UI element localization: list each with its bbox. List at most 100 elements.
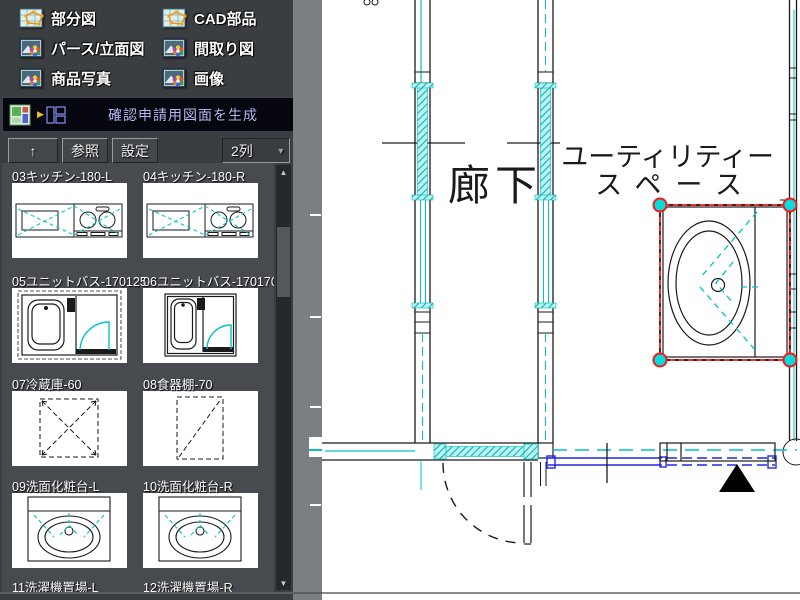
- part-label: 06ユニットバス-170170: [143, 271, 258, 286]
- corridor-label: 廊下: [448, 162, 542, 209]
- selection-handle[interactable]: [654, 354, 667, 367]
- scrollbar-down-button[interactable]: ▼: [276, 576, 291, 590]
- splitter-tick: [310, 214, 321, 216]
- part-label: 03キッチン-180-L: [12, 166, 127, 181]
- splitter-tick: [310, 504, 321, 506]
- parts-list: 03キッチン-180-L 04キッチン-180-R 05ユニットバス-17012…: [2, 163, 274, 592]
- up-arrow-icon: ↑: [30, 143, 37, 159]
- part-item[interactable]: 10洗面化粧台-R: [143, 476, 258, 568]
- play-arrow-icon: ▶: [37, 109, 44, 120]
- scroll-up-icon: ▲: [280, 168, 288, 177]
- door-hinge-circle: [783, 439, 800, 465]
- splitter-tick: [310, 316, 321, 318]
- part-thumbnail-cupboard[interactable]: [143, 391, 258, 466]
- part-item[interactable]: 06ユニットバス-170170: [143, 271, 258, 363]
- generate-button-label: 確認申請用図面を生成: [66, 105, 300, 125]
- part-item[interactable]: 04キッチン-180-R: [143, 166, 258, 258]
- image-icon: [19, 38, 45, 60]
- sidebar-item-floorplan[interactable]: 間取り図: [149, 34, 292, 63]
- grid-layout-icon: [46, 106, 66, 124]
- selection-handles: [654, 199, 797, 367]
- part-thumbnail-washbasin[interactable]: [12, 493, 127, 568]
- part-item[interactable]: 05ユニットバス-170125: [12, 271, 127, 363]
- settings-button[interactable]: 設定: [112, 138, 158, 163]
- utility-space-label-line1: ユーティリティー: [561, 142, 774, 172]
- selection-handle[interactable]: [654, 199, 667, 212]
- part-label: 05ユニットバス-170125: [12, 271, 127, 286]
- cad-sheet-icon: [19, 8, 45, 30]
- list-scrollbar[interactable]: ▲ ▼: [275, 164, 292, 591]
- sidebar-item-partial-drawing[interactable]: 部分図: [6, 4, 149, 33]
- wall-edge-stub: [309, 437, 322, 457]
- part-item[interactable]: 09洗面化粧台-L: [12, 476, 127, 568]
- cad-sheet-icon: [162, 8, 188, 30]
- fixture-guide-lines: [700, 212, 762, 352]
- part-label: 09洗面化粧台-L: [12, 476, 127, 491]
- columns-dropdown-value: 2列: [223, 141, 273, 161]
- sidebar-item-product-photo[interactable]: 商品写真: [6, 64, 149, 93]
- reference-button[interactable]: 参照: [62, 138, 108, 163]
- list-toolbar: ↑ 参照 設定 2列 ▼: [2, 136, 293, 164]
- part-thumbnail-kitchen[interactable]: [12, 183, 127, 258]
- application-window: 部分図 CAD部品 パース/立面図 間取り図 商品写真 画像 ▶ 確認申請用図面…: [0, 0, 800, 600]
- selection-rectangle: [660, 205, 790, 360]
- part-label: 10洗面化粧台-R: [143, 476, 258, 491]
- part-label: 12洗濯機置場-R: [143, 577, 258, 592]
- sidebar-item-label: CAD部品: [194, 8, 257, 29]
- selected-wall-blue[interactable]: [547, 456, 776, 468]
- window-hatch: [418, 86, 428, 196]
- part-thumbnail-kitchen[interactable]: [143, 183, 258, 258]
- wall-left-vertical: [412, 0, 433, 443]
- sidebar-item-image[interactable]: 画像: [149, 64, 292, 93]
- part-label: 08食器棚-70: [143, 374, 258, 389]
- sidebar-item-label: 画像: [194, 68, 224, 89]
- part-item[interactable]: 03キッチン-180-L: [12, 166, 127, 258]
- settings-button-label: 設定: [121, 141, 149, 161]
- image-icon: [162, 38, 188, 60]
- entrance-triangle-marker: [719, 464, 755, 492]
- part-item[interactable]: 07冷蔵庫-60: [12, 374, 127, 466]
- part-thumbnail-unit-bath[interactable]: [143, 288, 258, 363]
- sidebar-item-label: 商品写真: [51, 68, 111, 89]
- part-label: 07冷蔵庫-60: [12, 374, 127, 389]
- image-icon: [162, 68, 188, 90]
- selected-washbasin-fixture[interactable]: [654, 199, 797, 367]
- part-item[interactable]: 12洗濯機置場-R: [143, 577, 258, 592]
- scrollbar-thumb[interactable]: [277, 227, 290, 297]
- columns-dropdown[interactable]: 2列 ▼: [222, 138, 290, 163]
- clipped-dimension-text: [364, 0, 378, 5]
- sidebar-item-label: 間取り図: [194, 38, 254, 59]
- door-swing-arc: [443, 463, 523, 543]
- part-label: 04キッチン-180-R: [143, 166, 258, 181]
- sidebar-item-cad-parts[interactable]: CAD部品: [149, 4, 292, 33]
- sidebar-bottom-edge: [0, 592, 322, 594]
- up-folder-button[interactable]: ↑: [8, 138, 58, 163]
- part-thumbnail-unit-bath[interactable]: [12, 288, 127, 363]
- part-item[interactable]: 11洗濯機置場-L: [12, 577, 127, 592]
- panel-splitter[interactable]: [293, 0, 322, 600]
- category-button-grid: 部分図 CAD部品 パース/立面図 間取り図 商品写真 画像: [6, 4, 292, 93]
- generate-permit-drawing-button[interactable]: ▶ 確認申請用図面を生成: [2, 97, 307, 132]
- scrollbar-up-button[interactable]: ▲: [276, 165, 291, 179]
- part-label: 11洗濯機置場-L: [12, 577, 127, 592]
- reference-button-label: 参照: [71, 141, 99, 161]
- wall-middle-vertical: [535, 0, 556, 486]
- sidebar-item-label: 部分図: [51, 8, 96, 29]
- image-icon: [19, 68, 45, 90]
- floorplan-canvas[interactable]: 廊下 ユーティリティー スペース: [322, 0, 800, 600]
- part-item[interactable]: 08食器棚-70: [143, 374, 258, 466]
- sidebar-item-label: パース/立面図: [51, 38, 144, 59]
- utility-space-label-line2: スペース: [595, 170, 756, 200]
- part-thumbnail-fridge[interactable]: [12, 391, 127, 466]
- layout-tiles-icon: [9, 104, 31, 126]
- splitter-tick: [310, 406, 321, 408]
- wall-bottom-left: [322, 443, 430, 490]
- selection-handle[interactable]: [784, 354, 797, 367]
- scroll-down-icon: ▼: [280, 579, 288, 588]
- swing-door: [443, 462, 531, 544]
- sidebar-item-perspective-elevation[interactable]: パース/立面図: [6, 34, 149, 63]
- chevron-down-icon: ▼: [273, 146, 289, 156]
- selection-handle[interactable]: [784, 199, 797, 212]
- sliding-door-opening: [430, 443, 538, 460]
- part-thumbnail-washbasin[interactable]: [143, 493, 258, 568]
